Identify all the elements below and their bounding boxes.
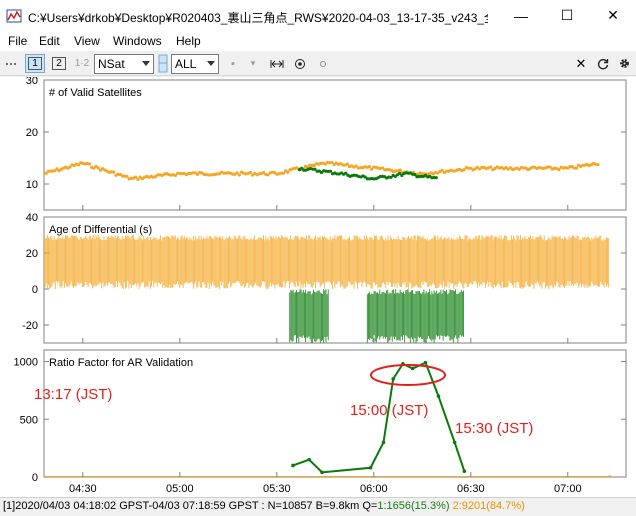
panel-frame: [43, 349, 627, 478]
toolbar: 1 2 1·2 NSat ALL ▪ ▾ ✕: [0, 51, 636, 76]
panel-title: Age of Differential (s): [49, 224, 152, 236]
x-tick-label: 04:30: [69, 483, 97, 495]
data-point: [489, 165, 493, 169]
data-point: [87, 162, 92, 166]
data-point: [391, 377, 396, 381]
panel-title: # of Valid Satellites: [49, 87, 142, 99]
data-point: [440, 168, 444, 172]
y-tick-label: 20: [26, 127, 38, 139]
dot-icon[interactable]: ▪: [226, 54, 240, 73]
data-point: [328, 169, 333, 173]
status-float-count: 2:9201(84.7%): [452, 500, 525, 512]
y-tick-label: 0: [32, 472, 38, 484]
plot-type-2-button[interactable]: 2: [49, 54, 69, 73]
data-point: [345, 162, 349, 166]
x-tick-label: 05:00: [166, 483, 194, 495]
sat-select[interactable]: NSat: [94, 54, 154, 74]
status-summary: [1]2020/04/03 04:18:02 GPST-04/03 07:18:…: [3, 500, 378, 512]
data-point: [307, 457, 311, 462]
status-fix-count: 1:1656(15.3%): [377, 500, 450, 512]
y-tick-label: 30: [26, 77, 38, 87]
plot-area[interactable]: # of Valid Satellites 30 20 10 Age of Differ…: [0, 77, 636, 497]
data-point: [134, 175, 138, 179]
data-point: [320, 470, 324, 475]
minimize-button[interactable]: —: [498, 0, 544, 31]
gear-icon[interactable]: [617, 54, 631, 73]
x-tick-label: 07:00: [554, 483, 582, 495]
refresh-icon[interactable]: [596, 54, 610, 73]
time-annotation: 15:00 (JST): [350, 402, 428, 419]
rtkplot-window: C:¥Users¥drkob¥Desktop¥R020403_裏山三角点_RWS…: [0, 0, 636, 516]
y-tick-label: 0: [32, 284, 38, 296]
y-tick-label: 10: [26, 179, 38, 191]
grip-icon: [4, 54, 18, 73]
window-title: C:¥Users¥drkob¥Desktop¥R020403_裏山三角点_RWS…: [28, 11, 488, 25]
data-point: [281, 171, 286, 175]
sat-select-value: NSat: [98, 57, 125, 71]
menu-help[interactable]: Help: [176, 34, 201, 48]
menu-windows[interactable]: Windows: [113, 34, 162, 48]
chart-panel: Age of Differential (s) 40 20 0 -20: [22, 212, 627, 344]
data-point: [286, 170, 290, 174]
close-button[interactable]: ✕: [590, 0, 636, 31]
time-annotation: 13:17 (JST): [34, 386, 112, 403]
fit-horizontal-icon[interactable]: [268, 54, 286, 73]
y-tick-label: -20: [22, 320, 38, 332]
x-tick-label: 06:00: [360, 483, 388, 495]
data-point: [237, 173, 241, 177]
x-tick-label: 05:30: [263, 483, 291, 495]
system-select[interactable]: ALL: [171, 54, 219, 74]
menu-bar: File Edit View Windows Help: [0, 31, 636, 51]
plot-2-label: 2: [52, 57, 66, 70]
data-point: [136, 177, 140, 181]
menu-edit[interactable]: Edit: [39, 34, 60, 48]
data-point: [434, 176, 438, 180]
chevron-down-icon: [207, 61, 215, 66]
data-point: [112, 170, 116, 174]
center-icon[interactable]: [292, 54, 308, 73]
data-point: [452, 440, 457, 445]
plot-type-12-button[interactable]: 1·2: [72, 54, 92, 73]
data-point: [608, 475, 612, 477]
data-point: [436, 394, 441, 398]
data-point: [462, 469, 467, 474]
title-bar[interactable]: C:¥Users¥drkob¥Desktop¥R020403_裏山三角点_RWS…: [0, 0, 636, 31]
arrow-down-icon[interactable]: ▾: [246, 54, 260, 73]
data-point: [367, 165, 371, 169]
data-point: [596, 163, 600, 167]
y-tick-label: 1000: [14, 357, 38, 369]
app-icon: [6, 9, 22, 23]
data-point: [368, 465, 373, 470]
chart-panel: Ratio Factor for AR Validation 1000 500 0 13…: [14, 349, 627, 484]
data-point: [44, 475, 46, 477]
chevron-down-icon: [142, 61, 150, 66]
data-point: [557, 168, 561, 172]
y-tick-label: 40: [26, 212, 38, 224]
time-annotation: 15:30 (JST): [455, 420, 533, 437]
data-point: [248, 170, 252, 174]
maximize-button[interactable]: ☐: [544, 0, 590, 31]
menu-view[interactable]: View: [74, 34, 100, 48]
data-point: [125, 174, 129, 178]
y-tick-label: 500: [20, 414, 38, 426]
status-bar: [1]2020/04/03 04:18:02 GPST-04/03 07:18:…: [0, 497, 636, 516]
close-icon[interactable]: ✕: [574, 54, 588, 73]
system-select-value: ALL: [175, 57, 197, 71]
data-point: [410, 366, 415, 371]
plot-1-label: 1: [28, 57, 42, 70]
origin-icon[interactable]: [316, 54, 330, 73]
menu-file[interactable]: File: [8, 34, 27, 48]
panel-title: Ratio Factor for AR Validation: [49, 357, 193, 369]
plot-type-1-button[interactable]: 1: [25, 54, 45, 73]
data-point: [398, 168, 402, 172]
data-point: [381, 440, 386, 445]
y-tick-label: 20: [26, 248, 38, 260]
chart-panel: # of Valid Satellites 30 20 10: [26, 77, 627, 211]
panel-frame: [43, 79, 627, 211]
data-point: [423, 360, 428, 365]
divider-icon: [157, 54, 169, 73]
data-point: [574, 166, 579, 170]
data-point: [291, 463, 295, 468]
x-tick-label: 06:30: [457, 483, 485, 495]
